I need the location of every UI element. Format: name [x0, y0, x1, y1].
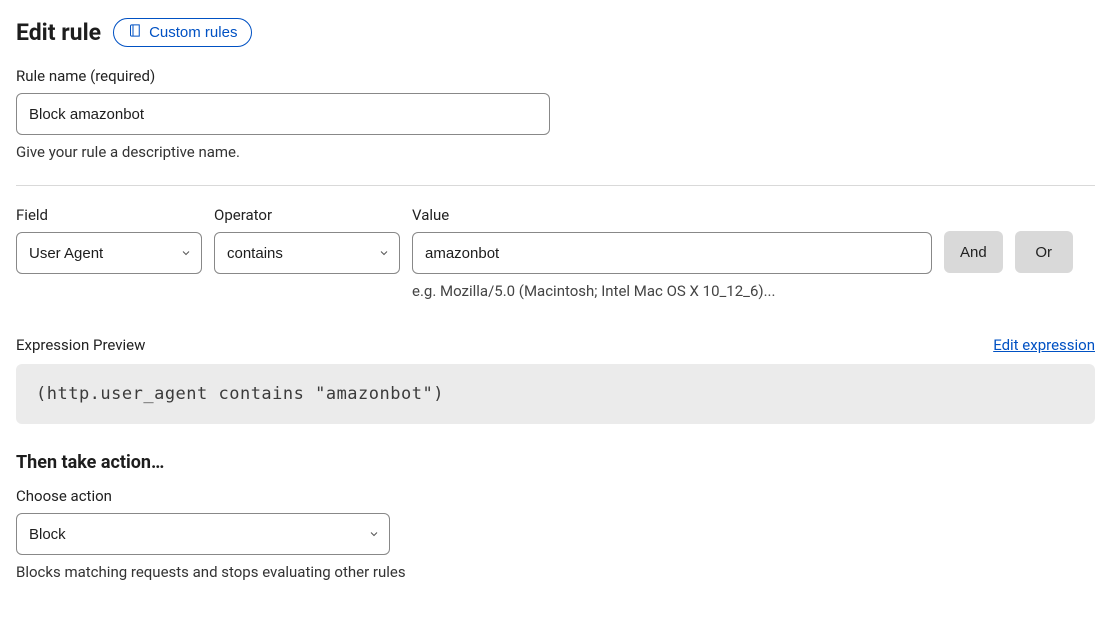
action-helper: Blocks matching requests and stops evalu… — [16, 563, 1095, 581]
custom-rules-label: Custom rules — [149, 24, 237, 41]
choose-action-label: Choose action — [16, 487, 1095, 505]
rule-name-helper: Give your rule a descriptive name. — [16, 143, 1095, 161]
field-label: Field — [16, 206, 202, 224]
custom-rules-button[interactable]: Custom rules — [113, 18, 252, 47]
expression-preview: (http.user_agent contains "amazonbot") — [16, 364, 1095, 424]
value-label: Value — [412, 206, 932, 224]
operator-label: Operator — [214, 206, 400, 224]
operator-select[interactable]: contains — [214, 232, 400, 274]
page-title: Edit rule — [16, 19, 101, 46]
action-heading: Then take action… — [16, 452, 1095, 473]
divider — [16, 185, 1095, 186]
field-select[interactable]: User Agent — [16, 232, 202, 274]
edit-expression-link[interactable]: Edit expression — [993, 336, 1095, 354]
book-icon — [128, 23, 143, 42]
action-select[interactable]: Block — [16, 513, 390, 555]
or-button[interactable]: Or — [1015, 231, 1073, 273]
rule-name-input[interactable] — [16, 93, 550, 135]
value-input[interactable] — [412, 232, 932, 274]
rule-name-label: Rule name (required) — [16, 67, 1095, 85]
value-hint: e.g. Mozilla/5.0 (Macintosh; Intel Mac O… — [412, 282, 932, 300]
and-button[interactable]: And — [944, 231, 1003, 273]
expression-preview-label: Expression Preview — [16, 336, 145, 354]
